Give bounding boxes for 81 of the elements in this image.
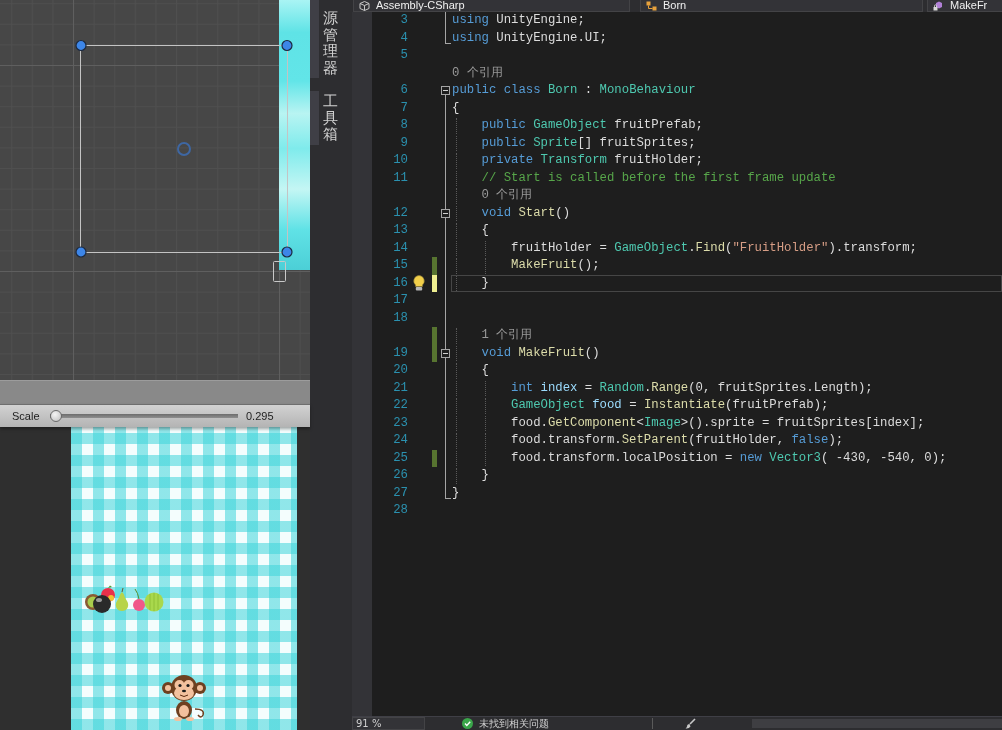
line-number: 7 [400, 100, 408, 115]
code-line: // Start is called before the first frame update [481, 169, 836, 187]
line-number: 12 [393, 205, 408, 220]
line-number: 18 [393, 310, 408, 325]
monkey-drawing [161, 673, 207, 721]
type-selector[interactable]: Born [640, 0, 923, 12]
scale-label: Scale [12, 410, 41, 422]
line-number: 3 [400, 13, 408, 27]
code-line: GameObject food = Instantiate(fruitPrefab); [511, 397, 829, 414]
line-number: 4 [400, 30, 408, 45]
line-number: 20 [393, 363, 408, 377]
code-line: food.transform.SetParent(fruitHolder, false); [511, 432, 844, 449]
side-tab[interactable]: 源管理器 [310, 0, 342, 78]
code-line: void Start() [481, 204, 571, 222]
slider-thumb[interactable] [50, 410, 62, 422]
code-line: public class Born : MonoBehaviour [452, 82, 696, 99]
code-line: food.transform.localPosition = new Vector3( -430, -540, 0); [511, 449, 947, 467]
resize-handle[interactable] [75, 246, 87, 258]
zoom-dropdown[interactable]: 91 % [352, 717, 425, 730]
minus-box-icon[interactable] [441, 348, 450, 358]
member-selector[interactable]: MakeFr [927, 0, 1002, 12]
code-line: private Transform fruitHolder; [481, 152, 703, 169]
line-number: 17 [393, 293, 408, 307]
code-line: public GameObject fruitPrefab; [481, 117, 703, 134]
ball-icon [93, 595, 111, 613]
code-line: { [481, 362, 489, 379]
line-number: 8 [400, 118, 408, 132]
code-line: { [452, 99, 460, 117]
side-tab[interactable]: 工具箱 [310, 91, 342, 145]
code-line: MakeFruit(); [511, 257, 600, 274]
line-number: 14 [393, 240, 408, 255]
line-number: 25 [393, 450, 408, 465]
brush-icon[interactable] [685, 718, 696, 729]
boxes-icon [646, 0, 657, 11]
line-number: 16 [393, 275, 408, 290]
line-number: 5 [400, 48, 408, 62]
check-circle-icon [462, 718, 473, 729]
code-line: fruitHolder = GameObject.Find("FruitHolder").transform; [511, 239, 917, 257]
line-number: 15 [393, 258, 408, 272]
line-number: 11 [393, 170, 408, 185]
references-link[interactable]: 0 个引用 [452, 64, 503, 82]
line-number: 6 [400, 83, 408, 97]
cube-icon [359, 0, 370, 11]
code-line: { [481, 222, 489, 239]
references-link[interactable]: 0 个引用 [481, 187, 533, 205]
resize-handle[interactable] [281, 39, 293, 52]
pivot-handle[interactable] [177, 142, 191, 156]
code-line: food.GetComponent<Image>().sprite = fruitSprites[index]; [511, 414, 925, 432]
code-line: public Sprite[] fruitSprites; [481, 134, 696, 152]
code-line: void MakeFruit() [481, 344, 600, 362]
square-outline-icon [273, 261, 286, 282]
code-line: using UnityEngine; [452, 12, 585, 29]
code-line: } [481, 274, 489, 292]
line-number: 9 [400, 135, 408, 150]
cherry-icon [133, 588, 145, 611]
references-link[interactable]: 1 个引用 [481, 327, 533, 345]
project-selector[interactable]: Assembly-CSharp [353, 0, 630, 12]
minus-box-icon[interactable] [441, 208, 450, 218]
pear-icon [115, 587, 129, 611]
line-number: 21 [393, 380, 408, 395]
cube-lock-icon [933, 0, 944, 11]
code-line: } [452, 484, 460, 502]
line-number: 27 [393, 485, 408, 500]
line-number: 22 [393, 398, 408, 412]
line-number: 13 [393, 223, 408, 237]
line-number: 23 [393, 415, 408, 430]
resize-handle[interactable] [281, 246, 293, 258]
code-line: } [481, 467, 489, 484]
minus-box-icon[interactable] [441, 86, 450, 95]
line-number: 19 [393, 345, 408, 360]
issues-status: 未找到相关问题 [479, 716, 549, 730]
lightbulb-icon[interactable] [413, 275, 425, 292]
scale-value: 0.295 [246, 410, 274, 422]
line-number: 10 [393, 153, 408, 167]
line-number: 28 [393, 503, 408, 517]
melon-icon [144, 592, 164, 612]
line-number: 24 [393, 433, 408, 447]
code-line: int index = Random.Range(0, fruitSprites.Length); [511, 379, 873, 397]
line-number: 26 [393, 468, 408, 482]
code-line: using UnityEngine.UI; [452, 29, 607, 47]
resize-handle[interactable] [75, 39, 87, 52]
